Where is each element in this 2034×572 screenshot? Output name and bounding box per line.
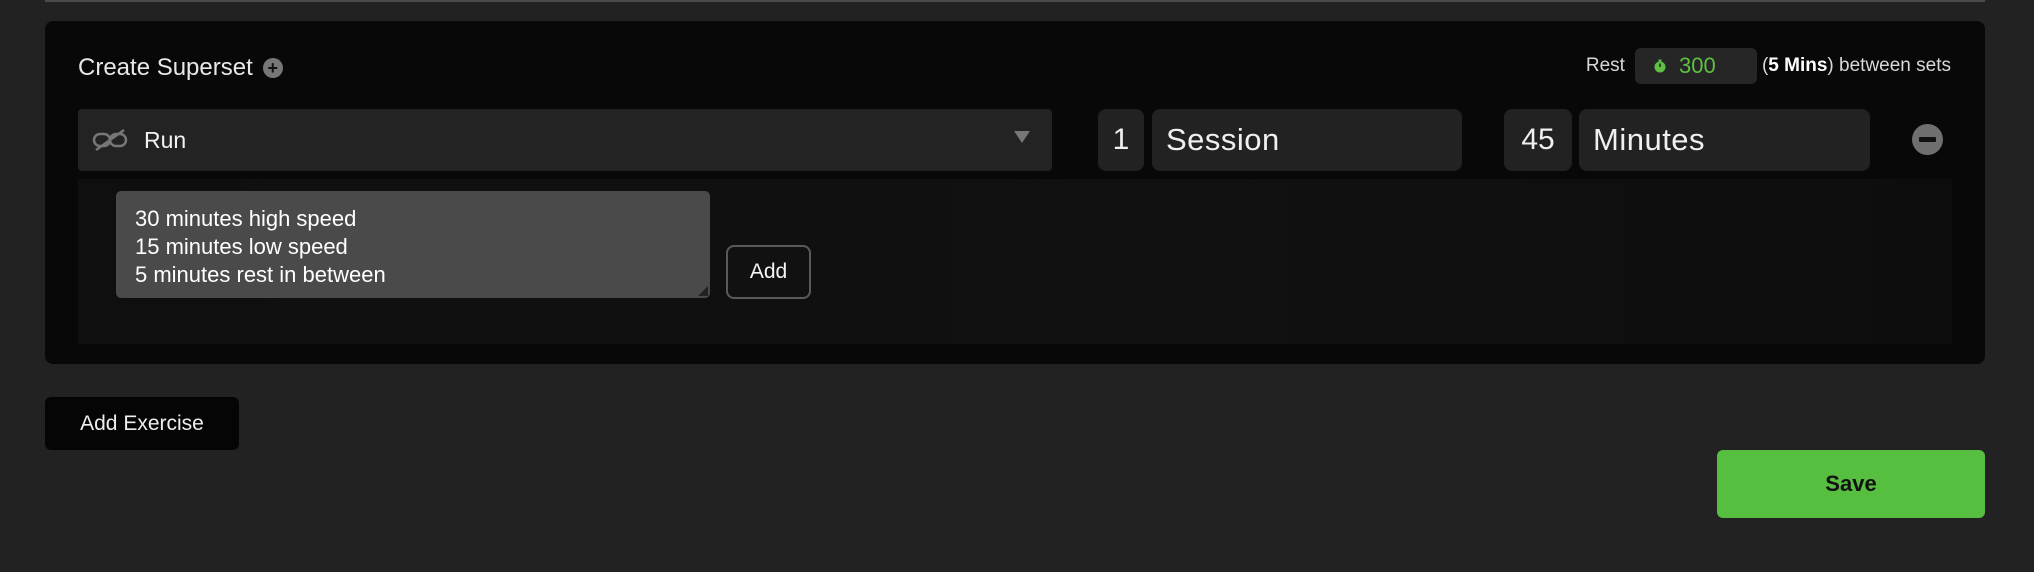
exercise-name: Run xyxy=(144,126,187,153)
notes-section: 30 minutes high speed 15 minutes low spe… xyxy=(78,179,1952,344)
duration-unit-select[interactable]: Minutes xyxy=(1579,109,1870,171)
rest-minutes: 5 Mins xyxy=(1768,55,1828,76)
rest-label: Rest xyxy=(1585,55,1625,76)
sets-input[interactable]: 1 xyxy=(1098,109,1144,171)
save-button[interactable]: Save xyxy=(1717,450,1985,518)
superset-header: Create Superset + xyxy=(78,54,283,82)
rest-suffix: between sets xyxy=(1839,55,1951,76)
timer-icon xyxy=(1654,59,1666,73)
exercise-row: Run 1 Session 45 Minutes xyxy=(78,109,1952,171)
sets-unit-select[interactable]: Session xyxy=(1152,109,1462,171)
notes-text: 30 minutes high speed 15 minutes low spe… xyxy=(135,206,386,287)
resize-handle[interactable] xyxy=(698,286,708,296)
superset-title: Create Superset xyxy=(78,54,253,81)
rest-settings: Rest 300 (5 Mins) between sets xyxy=(1586,48,1951,84)
page: Create Superset + Rest 300 (5 Mins) betw… xyxy=(0,0,2034,572)
add-exercise-button[interactable]: Add Exercise xyxy=(45,397,239,450)
notes-textarea[interactable]: 30 minutes high speed 15 minutes low spe… xyxy=(116,191,710,298)
duration-input[interactable]: 45 xyxy=(1504,109,1572,171)
superset-card: Create Superset + Rest 300 (5 Mins) betw… xyxy=(45,21,1985,364)
minus-circle-icon[interactable] xyxy=(1912,124,1943,155)
exercise-select[interactable]: Run xyxy=(78,109,1052,171)
rest-value: 300 xyxy=(1678,53,1716,78)
top-divider xyxy=(45,0,1985,2)
rest-input[interactable]: 300 xyxy=(1634,48,1757,84)
rest-duration-text: (5 Mins) between sets xyxy=(1761,55,1951,76)
plus-circle-icon[interactable]: + xyxy=(262,58,283,78)
unlink-icon[interactable] xyxy=(92,128,128,152)
add-note-button[interactable]: Add xyxy=(726,245,811,299)
chevron-down-icon[interactable] xyxy=(1014,131,1030,143)
